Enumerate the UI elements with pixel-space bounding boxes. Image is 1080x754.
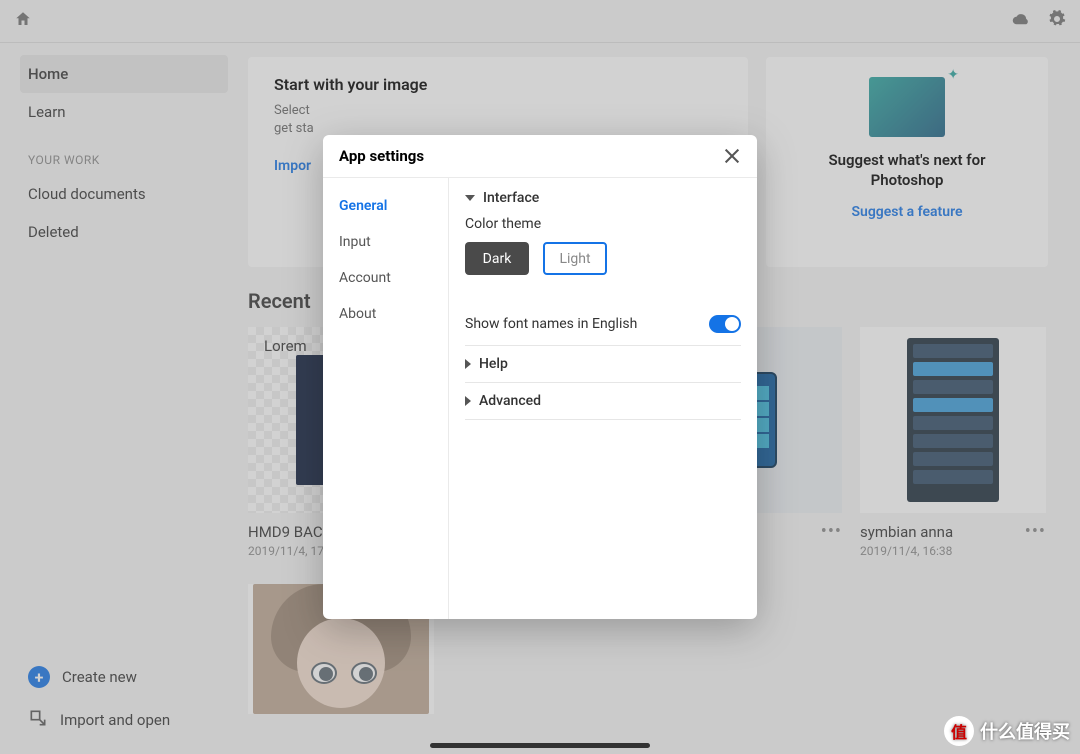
settings-tabs: General Input Account About [323, 178, 449, 619]
chevron-right-icon [465, 396, 471, 406]
tab-general[interactable]: General [323, 188, 448, 224]
tab-about[interactable]: About [323, 296, 448, 332]
section-interface[interactable]: Interface [465, 190, 741, 206]
font-english-toggle[interactable] [709, 315, 741, 333]
settings-panel: Interface Color theme Dark Light Show fo… [449, 178, 757, 619]
close-icon[interactable] [723, 147, 741, 165]
section-help[interactable]: Help [465, 356, 741, 372]
section-advanced[interactable]: Advanced [465, 393, 741, 409]
color-theme-label: Color theme [465, 216, 741, 232]
theme-light-button[interactable]: Light [543, 242, 607, 275]
app-settings-modal: App settings General Input Account About… [323, 135, 757, 619]
font-english-label: Show font names in English [465, 316, 637, 332]
theme-dark-button[interactable]: Dark [465, 242, 529, 275]
chevron-right-icon [465, 359, 471, 369]
watermark-text: 什么值得买 [980, 718, 1070, 744]
tab-input[interactable]: Input [323, 224, 448, 260]
chevron-down-icon [465, 195, 475, 201]
modal-title: App settings [339, 147, 424, 165]
watermark: 值 什么值得买 [944, 716, 1070, 746]
tab-account[interactable]: Account [323, 260, 448, 296]
home-indicator [430, 743, 650, 748]
watermark-badge: 值 [944, 716, 974, 746]
